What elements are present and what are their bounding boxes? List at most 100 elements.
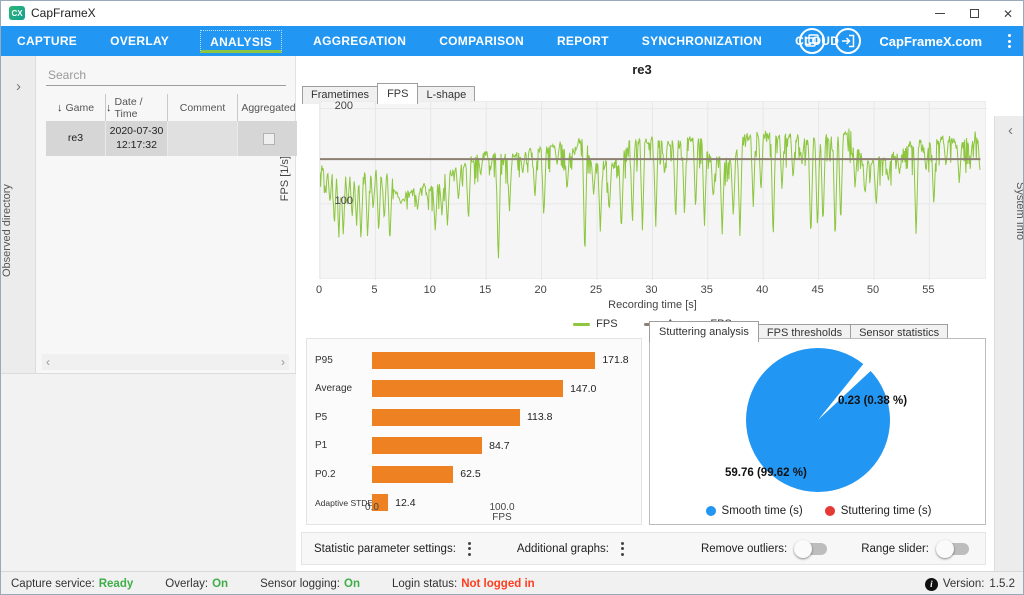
records-horizontal-scrollbar[interactable]: ‹ ›: [42, 354, 289, 370]
nav-tab-capture[interactable]: CAPTURE: [15, 29, 79, 53]
fps-chart-canvas: [320, 102, 987, 280]
nav-tab-comparison[interactable]: COMPARISON: [437, 29, 526, 53]
column-label: Aggregated: [241, 102, 295, 114]
system-info-rail: ‹ System Info: [994, 116, 1024, 571]
column-label: Date / Time: [115, 96, 168, 120]
stat-value: 12.4: [395, 497, 415, 509]
tab-stuttering-analysis[interactable]: Stuttering analysis: [649, 321, 759, 342]
status-bar: Capture service:ReadyOverlay:OnSensor lo…: [1, 571, 1024, 595]
chart-settings-bar: Statistic parameter settings: Additional…: [301, 532, 986, 565]
column-header-comment[interactable]: Comment: [168, 94, 238, 121]
title-bar: CX CapFrameX ✕: [1, 1, 1024, 26]
nav-tab-overlay[interactable]: OVERLAY: [108, 29, 171, 53]
main-navigation: CAPTURE OVERLAY ANALYSIS AGGREGATION COMPARI…: [1, 26, 1024, 56]
stat-label: P1: [315, 440, 371, 451]
column-header-date-time[interactable]: ↓Date / Time: [106, 94, 168, 121]
pie-legend-swatch: [825, 506, 835, 516]
nav-right-cluster: CapFrameX.com: [799, 26, 1024, 56]
search-input[interactable]: [46, 64, 286, 86]
tab-fps[interactable]: FPS: [377, 83, 418, 104]
minimize-button[interactable]: [923, 1, 957, 26]
login-icon: [841, 34, 855, 48]
record-game-cell[interactable]: re3: [46, 121, 106, 156]
version-value: 1.5.2: [989, 578, 1015, 590]
stat-bar-row-p95: P95171.8: [307, 351, 641, 369]
remove-outliers-toggle[interactable]: [797, 543, 827, 555]
records-panel: ↓Game↓Date / TimeCommentAggregated re320…: [36, 56, 296, 373]
stat-bar: [372, 409, 520, 426]
scroll-left-icon[interactable]: ‹: [46, 356, 50, 368]
x-axis-tick-35: 35: [692, 284, 722, 296]
stat-value: 113.8: [527, 411, 553, 423]
stat-label: P5: [315, 412, 371, 423]
column-label: Game: [65, 102, 94, 114]
statistics-bar-chart: P95171.8 Average147.0 P5 113.8 P1 84.7 P0.2 62.…: [306, 338, 642, 525]
bar-x-tick-0.0: 0.0: [352, 502, 392, 513]
statistic-parameter-settings-label: Statistic parameter settings:: [314, 543, 456, 555]
stuttering-time-annotation: 0.23 (0.38 %): [838, 395, 907, 407]
x-axis-tick-30: 30: [636, 284, 666, 296]
smooth-time-annotation: 59.76 (99.62 %): [725, 467, 807, 479]
aggregated-checkbox[interactable]: [263, 133, 275, 145]
expand-directory-chevron-icon[interactable]: ›: [1, 78, 36, 95]
screenshot-button[interactable]: [799, 28, 825, 54]
record-datetime-cell[interactable]: 2020-07-30 12:17:32: [106, 121, 168, 156]
record-comment-cell[interactable]: [168, 121, 238, 156]
bar-x-axis-label: FPS: [482, 512, 522, 523]
x-axis-tick-25: 25: [581, 284, 611, 296]
nav-tab-report[interactable]: REPORT: [555, 29, 611, 53]
capframex-window: CX CapFrameX ✕ CAPTURE OVERLAY ANALYSIS AGG…: [0, 0, 1024, 595]
x-axis-tick-0: 0: [304, 284, 334, 296]
status-overlay-: Overlay:On: [165, 578, 228, 590]
stat-bar-row-p0-2: P0.2 62.5: [307, 465, 641, 483]
stat-label: Average: [315, 383, 371, 394]
app-logo-icon: CX: [9, 6, 25, 20]
range-slider-label: Range slider:: [861, 543, 929, 555]
nav-tab-aggregation[interactable]: AGGREGATION: [311, 29, 408, 53]
pie-legend-item-smooth-time-s-: Smooth time (s): [706, 505, 803, 517]
x-axis-tick-10: 10: [415, 284, 445, 296]
y-axis-label: FPS [1/s]: [279, 156, 291, 201]
stat-bar-row-p5: P5 113.8: [307, 408, 641, 426]
version-area: i Version: 1.5.2: [925, 572, 1015, 595]
additional-graphs-kebab-icon[interactable]: [619, 540, 626, 558]
column-header-aggregated[interactable]: Aggregated: [238, 94, 300, 121]
range-slider-toggle[interactable]: [939, 543, 969, 555]
status-capture-service-: Capture service:Ready: [11, 578, 133, 590]
expand-system-info-chevron-icon[interactable]: ‹: [995, 122, 1024, 139]
nav-menu-kebab-icon[interactable]: [1006, 32, 1013, 50]
capframex-com-link[interactable]: CapFrameX.com: [879, 34, 982, 49]
legend-swatch: [573, 323, 590, 326]
observed-directory-rail: › Observed directory: [1, 56, 36, 373]
stat-bar: [372, 437, 482, 454]
stat-bar: [372, 466, 453, 483]
nav-tab-synchronization[interactable]: SYNCHRONIZATION: [640, 29, 764, 53]
maximize-icon: [970, 9, 979, 18]
status-items: Capture service:ReadyOverlay:OnSensor lo…: [11, 572, 535, 595]
stat-value: 62.5: [460, 468, 480, 480]
observed-directory-label: Observed directory: [1, 151, 36, 311]
record-title: re3: [297, 62, 987, 77]
x-axis-tick-50: 50: [858, 284, 888, 296]
x-axis-tick-15: 15: [470, 284, 500, 296]
nav-tabs: CAPTURE OVERLAY ANALYSIS AGGREGATION COMPARI…: [1, 29, 841, 53]
statistic-settings-kebab-icon[interactable]: [466, 540, 473, 558]
nav-tab-analysis[interactable]: ANALYSIS: [200, 30, 282, 53]
stat-value: 84.7: [489, 440, 509, 452]
scroll-right-icon[interactable]: ›: [281, 356, 285, 368]
toggle-knob: [794, 540, 812, 558]
column-header-game[interactable]: ↓Game: [46, 94, 106, 121]
stat-bar-row-average: Average147.0: [307, 380, 641, 398]
status-login-status-: Login status:Not logged in: [392, 578, 535, 590]
login-button[interactable]: [835, 28, 861, 54]
y-axis-tick-100: 100: [323, 195, 353, 207]
legend-item-fps: FPS: [573, 318, 617, 330]
maximize-button[interactable]: [957, 1, 991, 26]
x-axis-tick-5: 5: [359, 284, 389, 296]
screenshot-icon: [805, 34, 819, 48]
stat-label: P0.2: [315, 469, 371, 480]
close-button[interactable]: ✕: [991, 1, 1024, 26]
x-axis-tick-45: 45: [803, 284, 833, 296]
window-title: CapFrameX: [31, 6, 96, 20]
additional-graphs-label: Additional graphs:: [517, 543, 609, 555]
